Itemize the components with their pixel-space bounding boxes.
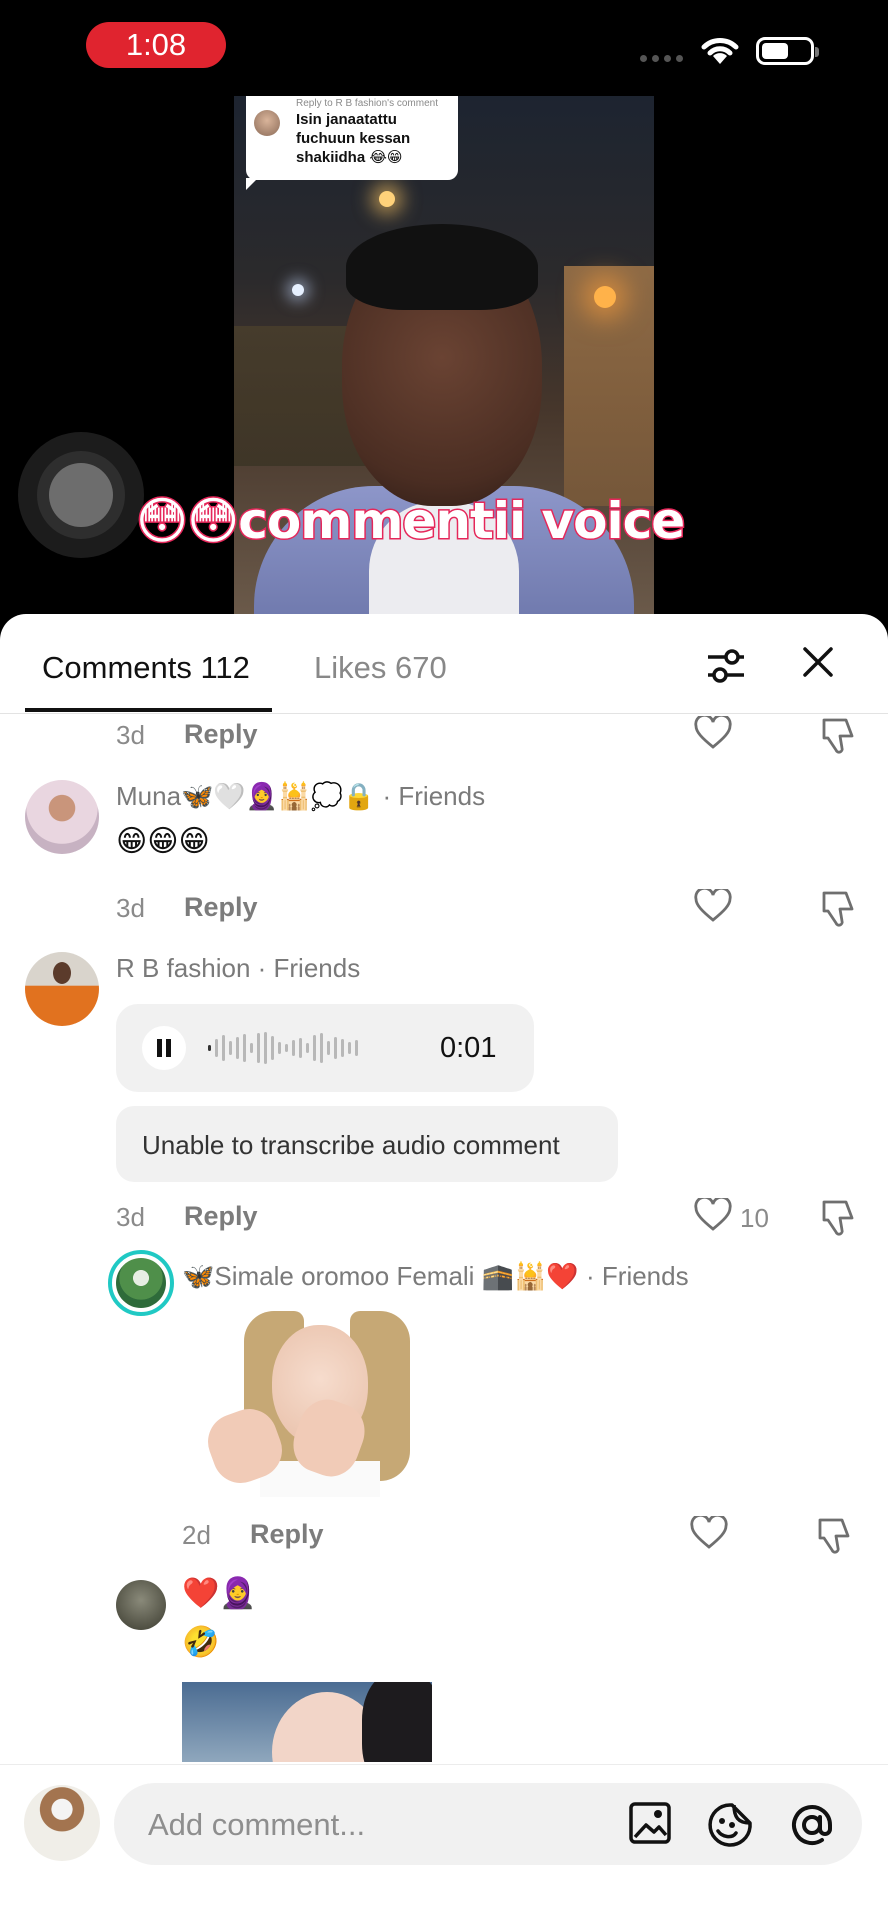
comment-time: 2d	[182, 1520, 211, 1550]
video-caption-overlay: 😳😳commentii voice	[134, 491, 686, 552]
my-avatar	[24, 1785, 100, 1861]
heart-icon[interactable]	[694, 889, 732, 923]
comment-input-placeholder: Add comment...	[148, 1807, 366, 1842]
like-count: 10	[740, 1203, 769, 1233]
avatar[interactable]	[108, 1250, 174, 1316]
sheet-tabs: Comments 112 Likes 670	[0, 614, 888, 714]
avatar[interactable]	[25, 780, 99, 854]
voice-duration: 0:01	[440, 1032, 497, 1064]
close-icon[interactable]	[800, 644, 836, 680]
comment-username[interactable]: 🦋Simale oromoo Femali 🕋🕌❤️ · Friends	[182, 1261, 689, 1292]
status-time: 1:08	[86, 22, 226, 68]
comment-input-bar: Add comment...	[0, 1764, 888, 1920]
tab-comments[interactable]: Comments 112	[42, 650, 250, 686]
image-icon[interactable]	[628, 1801, 672, 1845]
comment-text: 😁😁😁	[116, 824, 210, 859]
comment-username[interactable]: R B fashion · Friends	[116, 953, 360, 984]
dislike-icon[interactable]	[818, 716, 856, 754]
comment-text: 🤣	[182, 1625, 220, 1660]
transcription-notice: Unable to transcribe audio comment	[116, 1106, 618, 1182]
record-button[interactable]	[18, 432, 144, 558]
avatar[interactable]	[116, 1580, 166, 1630]
status-bar: 1:08	[0, 0, 888, 96]
comment-time: 3d	[116, 720, 145, 750]
heart-icon[interactable]	[694, 716, 732, 750]
cellular-signal-icon	[640, 55, 683, 62]
reply-button[interactable]: Reply	[250, 1519, 324, 1550]
tab-likes[interactable]: Likes 670	[314, 650, 447, 686]
emoji-sticker-icon[interactable]	[706, 1801, 754, 1849]
active-tab-indicator	[25, 708, 272, 712]
pause-icon[interactable]	[142, 1026, 186, 1070]
reply-button[interactable]: Reply	[184, 719, 258, 750]
dislike-icon[interactable]	[818, 889, 856, 927]
reply-to-comment-sticker: Reply to R B fashion's comment Isin jana…	[246, 96, 458, 190]
voice-comment-player[interactable]: 0:01	[116, 1004, 534, 1092]
comment-time: 3d	[116, 1202, 145, 1232]
heart-icon[interactable]	[690, 1516, 728, 1550]
comment-input[interactable]: Add comment...	[114, 1783, 862, 1865]
dislike-icon[interactable]	[818, 1198, 856, 1236]
heart-icon[interactable]	[694, 1198, 732, 1232]
reply-button[interactable]: Reply	[184, 1201, 258, 1232]
filter-sliders-icon[interactable]	[704, 644, 748, 688]
comment-text: ❤️🧕	[182, 1576, 257, 1611]
wifi-icon	[701, 38, 739, 64]
mention-at-icon[interactable]	[788, 1801, 836, 1849]
dislike-icon[interactable]	[814, 1516, 852, 1554]
reply-quote-text: Isin janaatattu fuchuun kessan shakiidha…	[296, 111, 411, 166]
sticker-image	[182, 1682, 432, 1762]
reply-button[interactable]: Reply	[184, 892, 258, 923]
avatar[interactable]	[25, 952, 99, 1026]
audio-waveform	[208, 1030, 358, 1066]
comment-username[interactable]: Muna🦋🤍🧕🕌💭🔒 · Friends	[116, 781, 485, 812]
reply-to-label: Reply to R B fashion's comment	[296, 98, 438, 109]
reply-avatar	[254, 110, 280, 136]
comment-time: 3d	[116, 893, 145, 923]
sticker-image	[200, 1311, 430, 1497]
battery-icon	[756, 37, 819, 65]
